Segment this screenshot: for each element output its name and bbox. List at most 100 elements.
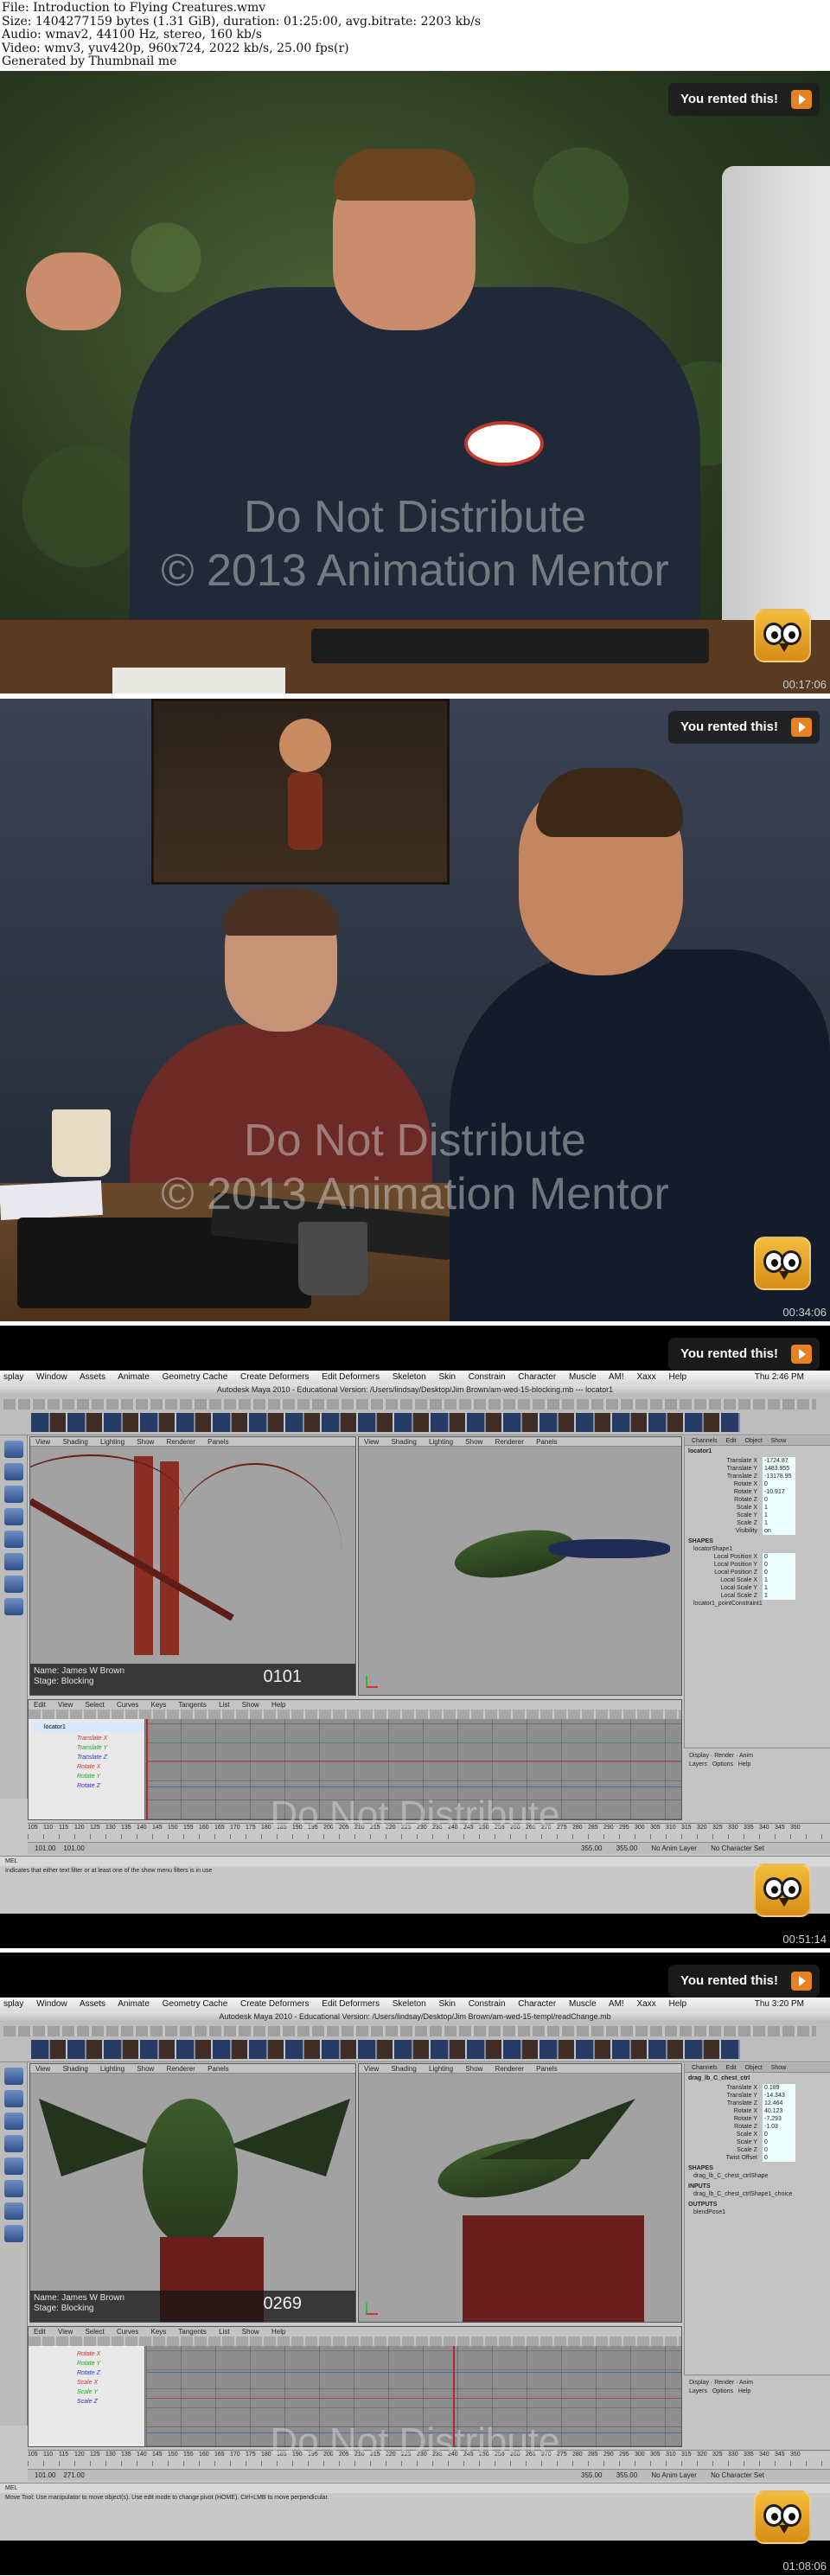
graph-menu-item[interactable]: View: [58, 1701, 73, 1709]
channel-value[interactable]: -13178.95: [763, 1473, 795, 1480]
channel-tab[interactable]: Object: [745, 2065, 763, 2071]
channel-value[interactable]: 40.123: [763, 2107, 795, 2115]
anim-layer-select[interactable]: No Anim Layer: [651, 2471, 696, 2479]
rotate-tool-icon[interactable]: [4, 1508, 23, 1525]
shelf-icons[interactable]: [31, 2040, 740, 2059]
channel-row[interactable]: Scale Z 1: [685, 1519, 830, 1527]
channel-value[interactable]: 1: [763, 1584, 795, 1592]
play-arrow-icon[interactable]: [791, 1345, 812, 1364]
range-slider[interactable]: 101.00 101.00 355.00 355.00 No Anim Laye…: [28, 1842, 830, 1854]
menu-item[interactable]: Skin: [438, 1999, 455, 2009]
viewport-menu-item[interactable]: Panels: [208, 2065, 228, 2073]
channel-value[interactable]: 1483.955: [763, 1465, 795, 1473]
channel-tab[interactable]: Object: [745, 1438, 763, 1444]
range-start[interactable]: 101.00: [35, 1844, 55, 1852]
menu-item[interactable]: Muscle: [569, 1999, 597, 2009]
graph-menu-item[interactable]: Keys: [151, 2328, 167, 2336]
menu-item[interactable]: Animate: [118, 1999, 150, 2009]
menu-item[interactable]: Edit Deformers: [322, 1372, 380, 1382]
viewport-menu-item[interactable]: Lighting: [100, 2065, 124, 2073]
range-end-2[interactable]: 355.00: [616, 1844, 637, 1852]
menu-item[interactable]: AM!: [609, 1999, 624, 2009]
graph-menu-item[interactable]: Select: [85, 1701, 104, 1709]
viewport-menu-item[interactable]: View: [364, 2065, 379, 2073]
channel-value[interactable]: -7.293: [763, 2115, 795, 2123]
channel-row[interactable]: Translate X -1724.87: [685, 1457, 830, 1465]
channel-value[interactable]: 1: [763, 1519, 795, 1527]
outliner-channel[interactable]: Rotate X: [34, 2349, 144, 2359]
input-name[interactable]: drag_lb_C_chest_ctrlShape1_choice: [685, 2190, 830, 2198]
channel-tab[interactable]: Show: [771, 1438, 787, 1444]
viewport-menu-item[interactable]: Lighting: [100, 1438, 124, 1446]
play-arrow-icon[interactable]: [791, 718, 812, 737]
layer-tab[interactable]: Anim: [739, 2380, 753, 2386]
status-line[interactable]: [3, 2026, 816, 2036]
channel-row[interactable]: Translate X 0.189: [685, 2084, 830, 2092]
layer-menu-item[interactable]: Help: [738, 1761, 750, 1767]
channel-value[interactable]: 12.464: [763, 2100, 795, 2107]
layer-menu-item[interactable]: Layers: [689, 2388, 707, 2394]
viewport-menu-item[interactable]: Lighting: [429, 1438, 453, 1446]
graph-menu-item[interactable]: Select: [85, 2328, 104, 2336]
channel-value[interactable]: 1: [763, 1592, 795, 1600]
menu-item[interactable]: Window: [36, 1372, 67, 1382]
layer-tab[interactable]: Display: [689, 1753, 709, 1759]
outliner-channel[interactable]: Translate Z: [34, 1753, 144, 1762]
viewport-menu-item[interactable]: Shading: [391, 2065, 416, 2073]
channel-row[interactable]: Rotate X 40.123: [685, 2107, 830, 2115]
channel-row[interactable]: Local Position X 0: [685, 1553, 830, 1561]
rented-badge[interactable]: You rented this!: [667, 1338, 820, 1371]
range-slider[interactable]: 101.00 271.00 355.00 355.00 No Anim Laye…: [28, 2469, 830, 2481]
outliner-channel[interactable]: Scale Y: [34, 2387, 144, 2397]
rented-badge[interactable]: You rented this!: [667, 711, 820, 744]
viewport-menu-item[interactable]: Renderer: [167, 1438, 195, 1446]
shelf-icons[interactable]: [31, 1413, 740, 1432]
menu-item[interactable]: Character: [518, 1999, 556, 2009]
channel-value[interactable]: -10.917: [763, 1488, 795, 1496]
shape-name[interactable]: locatorShape1: [685, 1545, 830, 1553]
graph-menu-item[interactable]: Tangents: [178, 1701, 206, 1709]
animation-curve[interactable]: [146, 1738, 681, 1739]
layer-tab[interactable]: Anim: [739, 1753, 753, 1759]
range-end[interactable]: 355.00: [581, 2471, 602, 2479]
lasso-tool-icon[interactable]: [4, 1463, 23, 1480]
channel-value[interactable]: 0: [763, 1569, 795, 1576]
graph-menu-item[interactable]: Edit: [34, 2328, 46, 2336]
select-tool-icon[interactable]: [4, 1441, 23, 1458]
channel-value[interactable]: 0.189: [763, 2084, 795, 2092]
channel-row[interactable]: Scale Y 1: [685, 1512, 830, 1519]
channel-row[interactable]: Twist Offset 0: [685, 2154, 830, 2162]
outliner-object[interactable]: locator1: [34, 1723, 144, 1732]
channel-row[interactable]: Local Scale X 1: [685, 1576, 830, 1584]
channel-value[interactable]: 0: [763, 2138, 795, 2146]
outliner-channel[interactable]: Scale Z: [34, 2397, 144, 2407]
layout-icon[interactable]: [4, 2225, 23, 2242]
layout-icon[interactable]: [4, 1553, 23, 1570]
layout-icon[interactable]: [4, 2202, 23, 2220]
channel-row[interactable]: Translate Y -14.343: [685, 2092, 830, 2100]
move-tool-icon[interactable]: [4, 2113, 23, 2130]
channel-row[interactable]: Visibility on: [685, 1527, 830, 1535]
menu-item[interactable]: Geometry Cache: [163, 1999, 228, 2009]
outliner-channel[interactable]: Rotate Y: [34, 2359, 144, 2368]
viewport-menu-item[interactable]: Renderer: [495, 1438, 524, 1446]
menu-item[interactable]: Assets: [80, 1372, 105, 1382]
layer-tab[interactable]: Display: [689, 2380, 709, 2386]
range-end[interactable]: 355.00: [581, 1844, 602, 1852]
channel-tab[interactable]: Edit: [726, 1438, 737, 1444]
menu-item[interactable]: Constrain: [469, 1372, 506, 1382]
channel-tab[interactable]: Channels: [692, 2065, 718, 2071]
channel-value[interactable]: -1724.87: [763, 1457, 795, 1465]
layer-menu-item[interactable]: Options: [712, 2388, 733, 2394]
outliner-channel[interactable]: Rotate Z: [34, 2368, 144, 2378]
character-set-select[interactable]: No Character Set: [711, 2471, 764, 2479]
menu-item[interactable]: Skin: [438, 1372, 455, 1382]
menu-item[interactable]: Help: [668, 1372, 686, 1382]
viewport-menu-item[interactable]: Shading: [62, 2065, 87, 2073]
viewport-menu-item[interactable]: Shading: [62, 1438, 87, 1446]
channel-value[interactable]: on: [763, 1527, 795, 1535]
outliner-channel[interactable]: Translate Y: [34, 1743, 144, 1753]
menu-item[interactable]: AM!: [609, 1372, 624, 1382]
graph-toolbar[interactable]: [29, 1710, 681, 1719]
graph-menu-item[interactable]: Tangents: [178, 2328, 206, 2336]
